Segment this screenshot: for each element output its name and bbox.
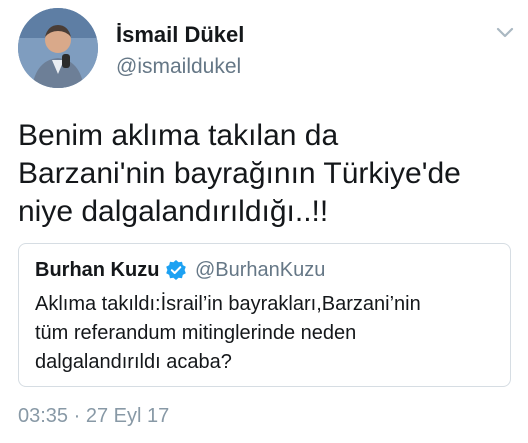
chevron-down-icon xyxy=(496,27,514,38)
quoted-tweet[interactable]: Burhan Kuzu @BurhanKuzu Aklıma takıldı:İ… xyxy=(18,243,511,387)
quoted-author-name: Burhan Kuzu xyxy=(35,259,160,281)
tweet-text: Benim aklıma takılan da Barzani'nin bayr… xyxy=(18,119,461,228)
author-avatar[interactable] xyxy=(18,8,98,88)
verified-badge-icon xyxy=(165,259,187,281)
author-handle[interactable]: @ismaildukel xyxy=(116,55,241,79)
quoted-author-handle: @BurhanKuzu xyxy=(195,259,326,281)
profile-photo-icon xyxy=(18,8,98,88)
tweet-card: İsmail Dükel @ismaildukel Benim aklıma t… xyxy=(0,0,528,443)
tweet-timestamp[interactable]: 03:35 · 27 Eyl 17 xyxy=(18,405,169,428)
author-name[interactable]: İsmail Dükel xyxy=(116,22,244,48)
tweet-menu-button[interactable] xyxy=(492,24,518,42)
quoted-tweet-text: Aklıma takıldı:İsrail’in bayrakları,Barz… xyxy=(35,293,421,373)
